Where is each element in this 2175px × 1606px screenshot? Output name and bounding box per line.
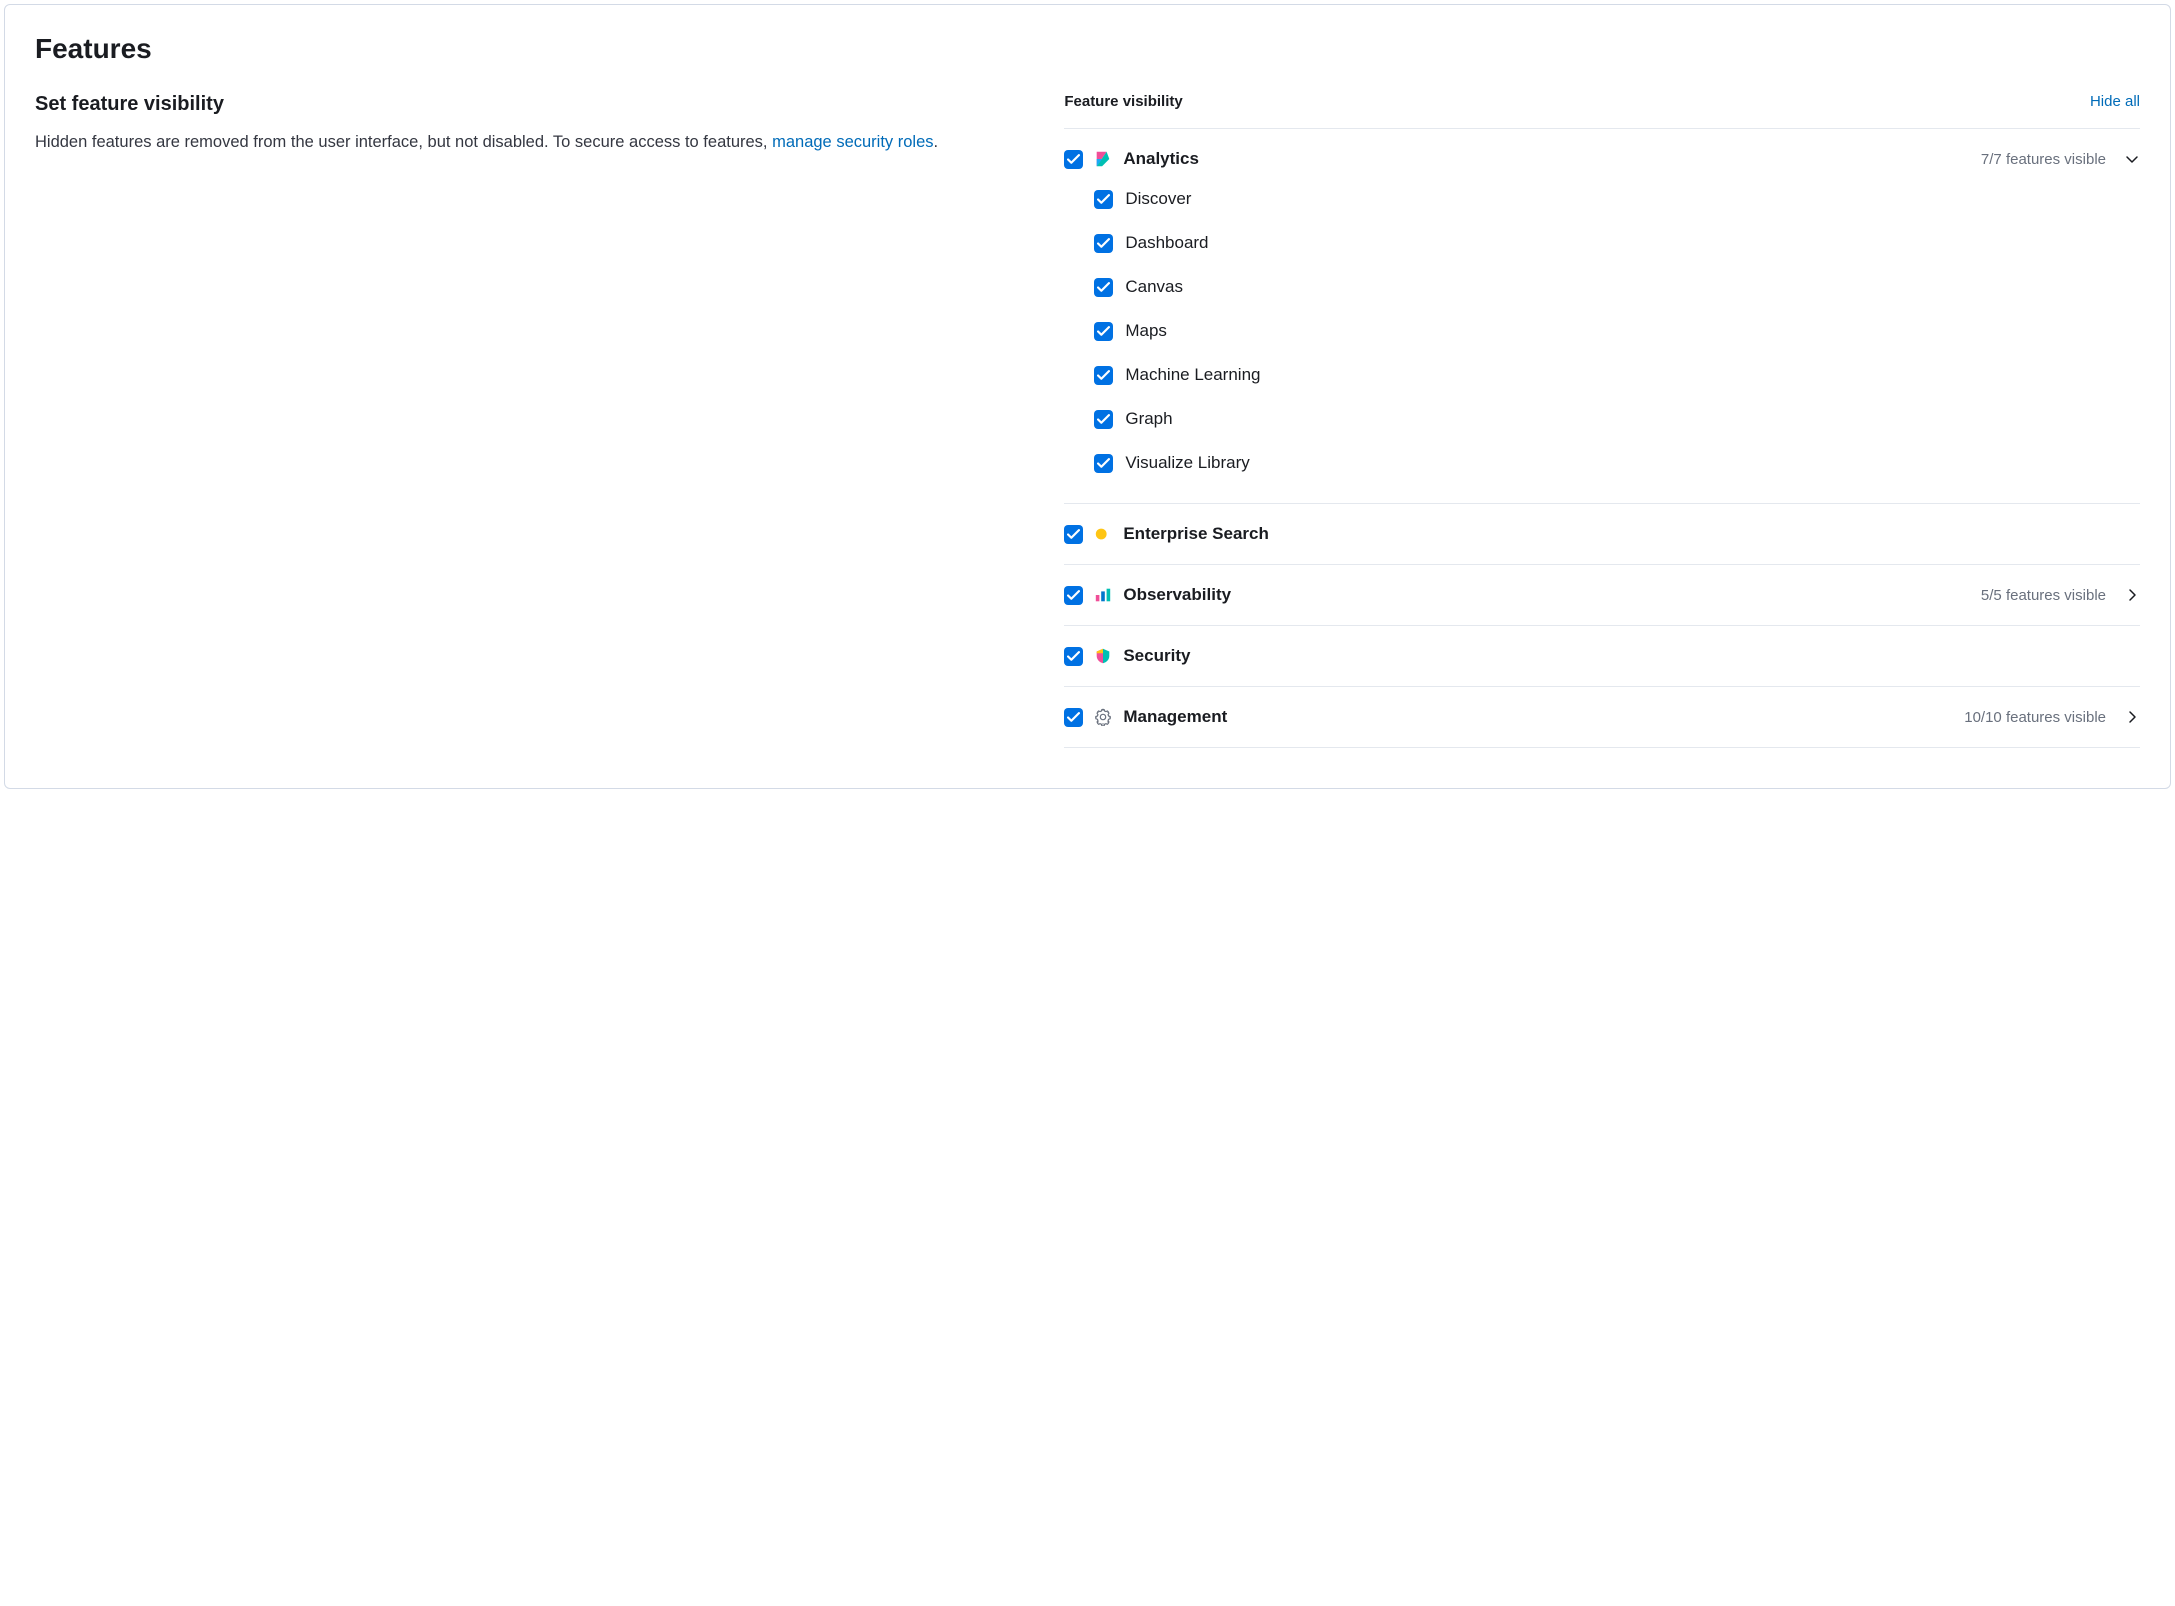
sub-row-visualize-library: Visualize Library [1094, 441, 2140, 485]
visibility-header: Feature visibility Hide all [1064, 93, 2140, 129]
checkbox-visualize-library[interactable] [1094, 454, 1113, 473]
check-icon [1097, 413, 1110, 426]
sub-row-graph: Graph [1094, 397, 2140, 441]
category-row-observability: Observability 5/5 features visible [1064, 565, 2140, 626]
observability-icon [1093, 585, 1113, 605]
visibility-title: Feature visibility [1064, 93, 1182, 110]
checkbox-security[interactable] [1064, 647, 1083, 666]
features-panel: Features Set feature visibility Hidden f… [4, 4, 2171, 789]
sub-row-maps: Maps [1094, 309, 2140, 353]
security-icon [1093, 646, 1113, 666]
sub-label: Graph [1125, 409, 1172, 429]
chevron-right-icon[interactable] [2124, 709, 2140, 725]
checkbox-dashboard[interactable] [1094, 234, 1113, 253]
category-label: Security [1123, 646, 2140, 666]
check-icon [1097, 281, 1110, 294]
sub-label: Dashboard [1125, 233, 1208, 253]
sub-label: Visualize Library [1125, 453, 1249, 473]
hide-all-button[interactable]: Hide all [2090, 93, 2140, 110]
description: Hidden features are removed from the use… [35, 130, 1024, 156]
check-icon [1067, 153, 1080, 166]
checkbox-enterprise-search[interactable] [1064, 525, 1083, 544]
visible-count: 10/10 features visible [1964, 709, 2106, 726]
sub-label: Maps [1125, 321, 1167, 341]
checkbox-management[interactable] [1064, 708, 1083, 727]
management-icon [1093, 707, 1113, 727]
enterprise-search-icon [1093, 524, 1113, 544]
check-icon [1067, 528, 1080, 541]
sub-label: Machine Learning [1125, 365, 1260, 385]
sub-label: Canvas [1125, 277, 1183, 297]
check-icon [1097, 369, 1110, 382]
checkbox-discover[interactable] [1094, 190, 1113, 209]
checkbox-maps[interactable] [1094, 322, 1113, 341]
check-icon [1097, 325, 1110, 338]
check-icon [1097, 237, 1110, 250]
check-icon [1067, 650, 1080, 663]
chevron-right-icon[interactable] [2124, 587, 2140, 603]
analytics-icon [1093, 149, 1113, 169]
visible-count: 5/5 features visible [1981, 587, 2106, 604]
description-period: . [934, 133, 939, 151]
sub-features-analytics: Discover Dashboard Canvas Maps Machine L… [1064, 177, 2140, 504]
check-icon [1067, 711, 1080, 724]
checkbox-analytics[interactable] [1064, 150, 1083, 169]
checkbox-canvas[interactable] [1094, 278, 1113, 297]
sub-row-dashboard: Dashboard [1094, 221, 2140, 265]
sub-row-machine-learning: Machine Learning [1094, 353, 2140, 397]
category-label: Analytics [1123, 149, 1971, 169]
checkbox-observability[interactable] [1064, 586, 1083, 605]
category-row-enterprise-search: Enterprise Search [1064, 504, 2140, 565]
sub-label: Discover [1125, 189, 1191, 209]
category-label: Management [1123, 707, 1954, 727]
description-text: Hidden features are removed from the use… [35, 133, 772, 151]
check-icon [1097, 457, 1110, 470]
check-icon [1097, 193, 1110, 206]
category-label: Enterprise Search [1123, 524, 2140, 544]
page-title: Features [35, 33, 2140, 65]
category-row-security: Security [1064, 626, 2140, 687]
right-column: Feature visibility Hide all Analytics 7/… [1064, 93, 2140, 748]
checkbox-machine-learning[interactable] [1094, 366, 1113, 385]
check-icon [1067, 589, 1080, 602]
left-column: Set feature visibility Hidden features a… [35, 93, 1024, 748]
sub-row-canvas: Canvas [1094, 265, 2140, 309]
manage-security-roles-link[interactable]: manage security roles [772, 133, 933, 151]
checkbox-graph[interactable] [1094, 410, 1113, 429]
section-heading: Set feature visibility [35, 93, 1024, 116]
category-label: Observability [1123, 585, 1971, 605]
columns: Set feature visibility Hidden features a… [35, 93, 2140, 748]
chevron-down-icon[interactable] [2124, 151, 2140, 167]
visible-count: 7/7 features visible [1981, 151, 2106, 168]
sub-row-discover: Discover [1094, 177, 2140, 221]
category-row-analytics: Analytics 7/7 features visible [1064, 129, 2140, 177]
category-row-management: Management 10/10 features visible [1064, 687, 2140, 748]
